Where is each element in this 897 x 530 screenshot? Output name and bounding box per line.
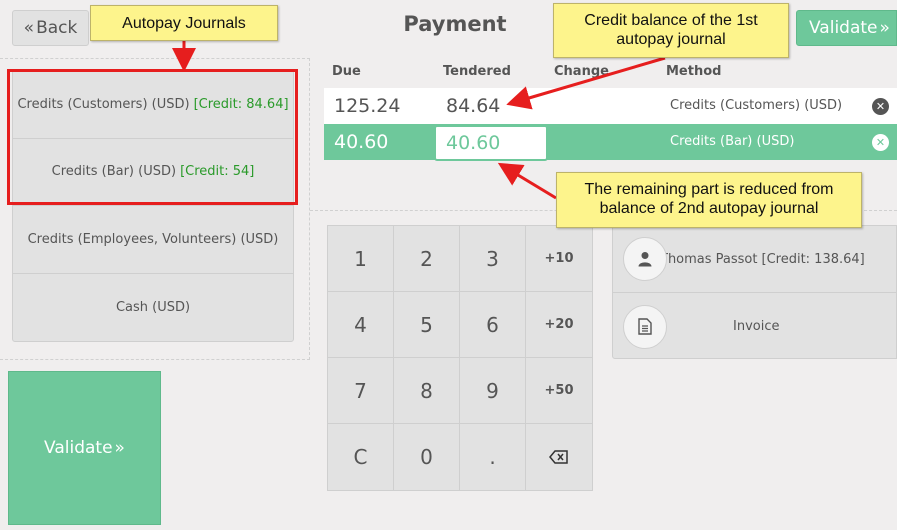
chevrons-right-icon: » (114, 438, 125, 458)
numpad-key-3[interactable]: 3 (460, 226, 526, 292)
column-change: Change (554, 64, 609, 79)
payment-method-cash[interactable]: Cash (USD) (13, 274, 293, 342)
chevrons-right-icon: » (879, 18, 890, 38)
validate-top-button[interactable]: Validate » (796, 10, 897, 46)
line-due: 125.24 (334, 95, 401, 117)
customer-credit: [Credit: 138.64] (761, 251, 865, 267)
numpad-key-plus10[interactable]: +10 (526, 226, 592, 292)
backspace-icon (549, 450, 568, 464)
page-title: Payment (403, 12, 507, 36)
invoice-label: Invoice (733, 319, 780, 334)
payment-lines-header: Due Tendered Change Method (332, 64, 897, 84)
column-due: Due (332, 64, 361, 79)
autopay-highlight-box (7, 69, 298, 205)
numpad-key-clear[interactable]: C (328, 424, 394, 490)
payment-method-label: Credits (Employees, Volunteers) (USD) (27, 231, 279, 247)
arrow-remaining (497, 162, 557, 200)
numpad-key-8[interactable]: 8 (394, 358, 460, 424)
numpad-key-9[interactable]: 9 (460, 358, 526, 424)
numpad-key-2[interactable]: 2 (394, 226, 460, 292)
numpad-key-dot[interactable]: . (460, 424, 526, 490)
invoice-button[interactable]: Invoice (613, 293, 897, 360)
payment-line[interactable]: 125.24 84.64 Credits (Customers) (USD) ✕ (324, 88, 897, 124)
numpad-key-backspace[interactable] (526, 424, 592, 490)
user-icon (638, 252, 652, 267)
numpad-key-7[interactable]: 7 (328, 358, 394, 424)
annotation-remaining: The remaining part is reduced from balan… (556, 172, 862, 228)
annotation-credit-balance: Credit balance of the 1st autopay journa… (553, 3, 789, 58)
line-tendered: 84.64 (446, 95, 501, 117)
line-method: Credits (Bar) (USD) (670, 134, 795, 149)
validate-label: Validate (44, 438, 113, 458)
column-tendered: Tendered (443, 64, 511, 79)
delete-line-icon[interactable]: ✕ (872, 134, 889, 151)
customer-panel: Thomas Passot [Credit: 138.64] Invoice (612, 225, 897, 359)
numpad-key-4[interactable]: 4 (328, 292, 394, 358)
payment-method-credits-employees[interactable]: Credits (Employees, Volunteers) (USD) (13, 206, 293, 274)
numpad-key-plus20[interactable]: +20 (526, 292, 592, 358)
back-button-label: Back (36, 18, 78, 38)
document-icon (638, 318, 652, 335)
annotation-autopay-journals: Autopay Journals (90, 5, 278, 41)
document-icon-circle (623, 304, 667, 349)
numpad-key-5[interactable]: 5 (394, 292, 460, 358)
payment-line-selected[interactable]: 40.60 40.60 Credits (Bar) (USD) ✕ (324, 124, 897, 161)
customer-name: Thomas Passot (660, 251, 758, 267)
customer-button[interactable]: Thomas Passot [Credit: 138.64] (613, 226, 897, 293)
column-method: Method (666, 64, 722, 79)
numpad-key-6[interactable]: 6 (460, 292, 526, 358)
back-button[interactable]: « Back (12, 10, 89, 46)
validate-top-label: Validate (809, 18, 878, 38)
delete-line-icon[interactable]: ✕ (872, 98, 889, 115)
numpad-key-0[interactable]: 0 (394, 424, 460, 490)
chevrons-left-icon: « (23, 18, 35, 38)
line-due: 40.60 (334, 131, 389, 153)
tendered-input[interactable]: 40.60 (434, 125, 548, 161)
validate-button[interactable]: Validate » (8, 371, 161, 525)
numpad: 1 2 3 +10 4 5 6 +20 7 8 9 +50 C 0 . (327, 225, 593, 491)
numpad-key-plus50[interactable]: +50 (526, 358, 592, 424)
numpad-key-1[interactable]: 1 (328, 226, 394, 292)
line-method: Credits (Customers) (USD) (670, 98, 843, 113)
user-icon-circle (623, 237, 667, 281)
payment-method-label: Cash (USD) (115, 299, 191, 315)
